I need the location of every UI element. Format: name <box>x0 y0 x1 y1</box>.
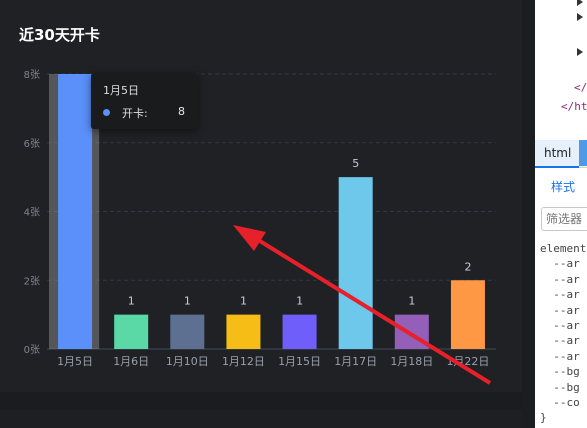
tooltip-value: 8 <box>178 105 185 118</box>
x-tick-label: 1月15日 <box>278 355 321 368</box>
y-tick-label: 8张 <box>24 69 40 81</box>
panel-footer <box>0 392 522 428</box>
y-tick-label: 6张 <box>24 138 40 150</box>
x-tick-label: 1月12日 <box>222 355 265 368</box>
tab-html-label: html <box>544 146 572 160</box>
expand-triangle-icon[interactable] <box>577 0 583 6</box>
tab-html[interactable]: html <box>535 140 579 168</box>
annotation-arrow-head <box>233 225 266 251</box>
splitter[interactable] <box>522 0 535 428</box>
y-tick-label: 2张 <box>24 275 40 287</box>
y-tick-label: 4张 <box>24 207 40 219</box>
x-tick-label: 1月6日 <box>113 355 149 368</box>
tab-styles[interactable]: 样式 <box>551 178 575 195</box>
y-tick-label: 0张 <box>24 344 40 356</box>
bar[interactable] <box>114 314 149 349</box>
data-label: 1 <box>408 295 415 308</box>
bar[interactable] <box>450 280 485 349</box>
devtools-pane: </ </ht html 样式 element. --ar --ar --ar … <box>535 0 587 428</box>
bar[interactable] <box>338 177 373 349</box>
styles-rule-text: element. --ar --ar --ar --ar --ar --ar -… <box>540 242 587 425</box>
bar[interactable] <box>170 314 205 349</box>
expand-triangle-icon[interactable] <box>577 48 583 56</box>
x-tick-label: 1月17日 <box>334 355 377 368</box>
chart-tooltip: 1月5日 开卡: 8 <box>91 73 198 129</box>
x-tick-label: 1月18日 <box>390 355 433 368</box>
styles-filter-input[interactable] <box>541 207 587 231</box>
data-label: 2 <box>464 260 471 273</box>
x-tick-label: 1月5日 <box>57 355 93 368</box>
expand-triangle-icon[interactable] <box>577 13 583 21</box>
bar[interactable] <box>282 314 317 349</box>
dom-closing-tag[interactable]: </ht <box>561 100 587 113</box>
data-label: 5 <box>352 157 359 170</box>
bar[interactable] <box>58 74 93 349</box>
data-label: 1 <box>184 295 191 308</box>
x-tick-label: 1月10日 <box>166 355 209 368</box>
tooltip-title: 1月5日 <box>103 84 139 97</box>
data-label: 1 <box>128 295 135 308</box>
bar[interactable] <box>226 314 261 349</box>
data-label: 1 <box>240 295 247 308</box>
devtools-tabbar: html <box>535 140 587 168</box>
data-label: 1 <box>296 295 303 308</box>
series-dot-icon <box>103 109 110 116</box>
dom-closing-tag[interactable]: </ <box>574 81 587 94</box>
bar-chart[interactable]: 0张 2张 4张 6张 8张 1月5日 1 1月6日 1 1月10日 1 1月12日 1 1月15日 5 1… <box>0 0 522 392</box>
tooltip-series-name: 开卡: <box>122 107 148 120</box>
tab-next[interactable] <box>579 140 587 166</box>
